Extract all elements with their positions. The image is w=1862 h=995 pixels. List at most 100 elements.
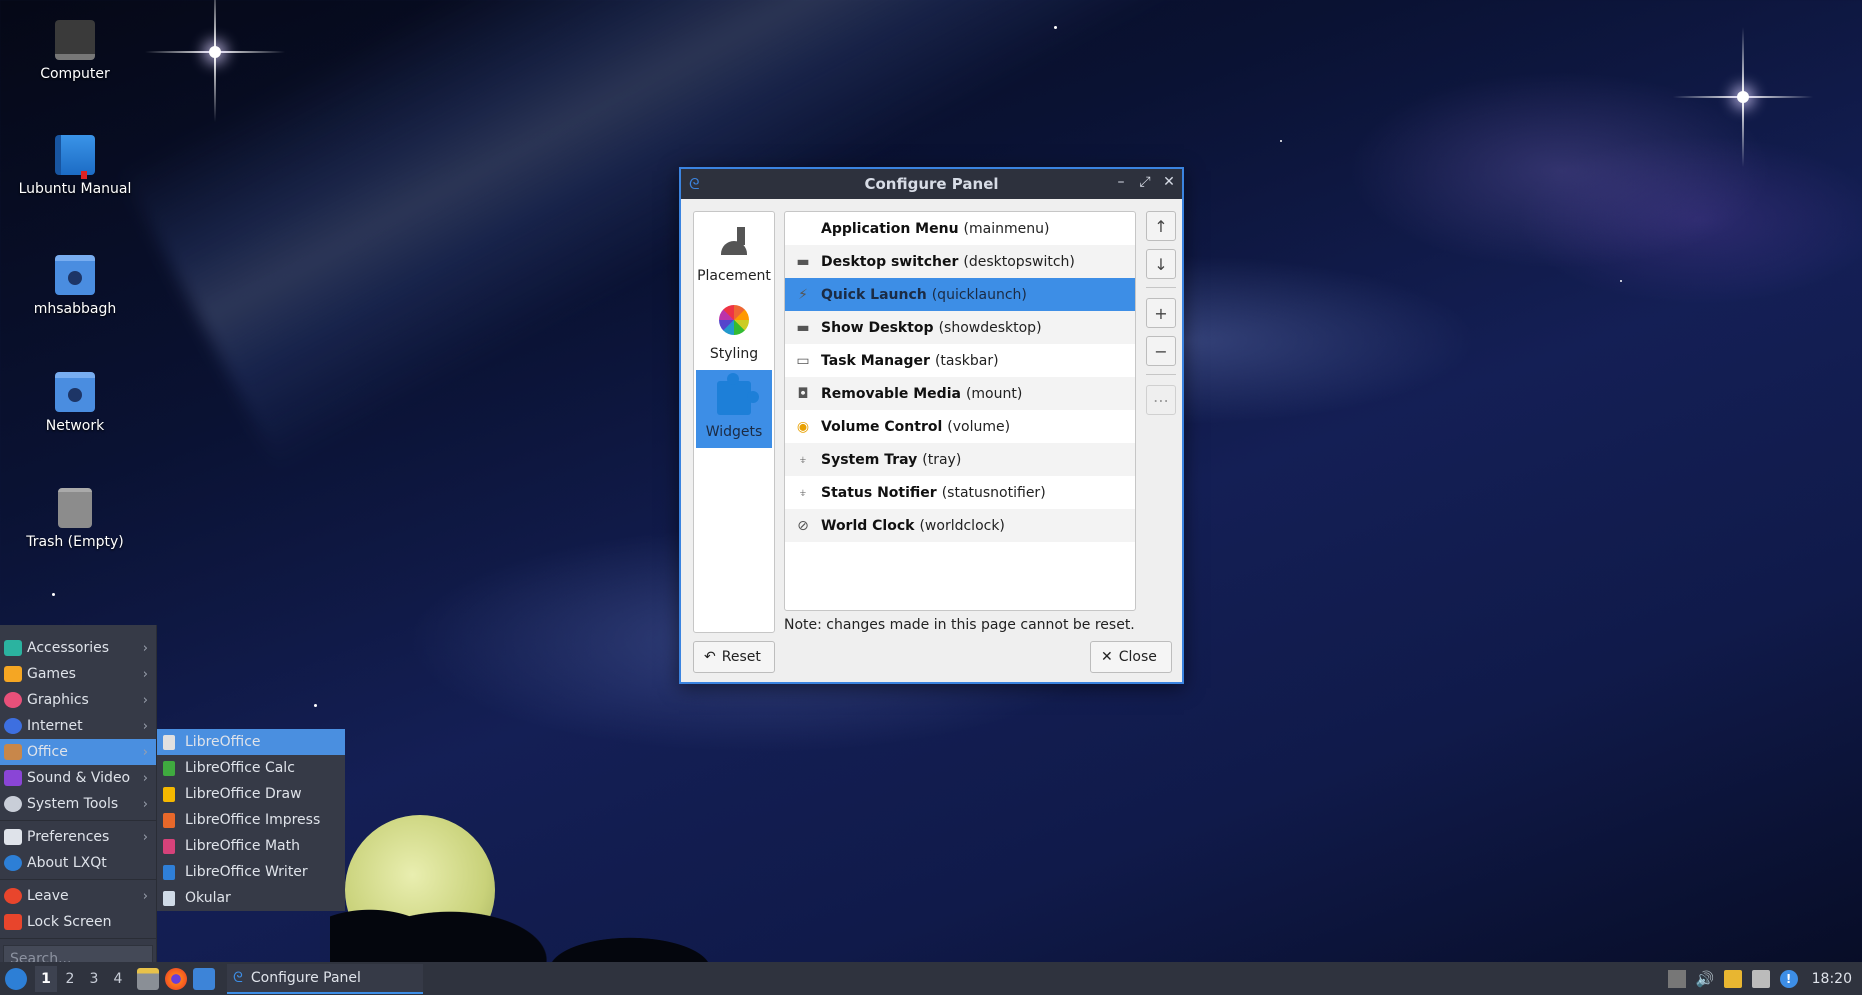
office-briefcase-icon	[4, 744, 22, 760]
lxqt-app-icon: ᘓ	[689, 175, 700, 193]
menu-item-sound-video[interactable]: Sound & Video ›	[0, 765, 156, 791]
configure-widget-button[interactable]: ⋯	[1146, 385, 1176, 415]
maximize-button[interactable]: ⤢	[1138, 174, 1152, 190]
submenu-item-libreoffice[interactable]: LibreOffice	[157, 729, 345, 755]
desktop-switch-3[interactable]: 3	[83, 966, 105, 992]
reset-button[interactable]: ↶ Reset	[693, 641, 775, 673]
reset-note: Note: changes made in this page cannot b…	[784, 617, 1135, 633]
notification-icon[interactable]: !	[1779, 969, 1798, 988]
menu-item-about-lxqt[interactable]: About LXQt	[0, 850, 156, 876]
submenu-item-libreoffice-writer[interactable]: LibreOffice Writer	[157, 859, 345, 885]
network-icon[interactable]	[1751, 969, 1770, 988]
chevron-right-icon: ›	[142, 829, 148, 845]
dialog-titlebar[interactable]: ᘓ Configure Panel – ⤢ ✕	[681, 169, 1182, 199]
menu-item-office[interactable]: Office ›	[0, 739, 156, 765]
minimize-button[interactable]: –	[1114, 174, 1128, 190]
widget-row-mainmenu[interactable]: Application Menu (mainmenu)	[785, 212, 1135, 245]
volume-control-icon: ◉	[796, 418, 810, 435]
submenu-item-libreoffice-draw[interactable]: LibreOffice Draw	[157, 781, 345, 807]
lxqt-app-icon: ᘓ	[233, 969, 243, 986]
sidebar-item-widgets[interactable]: Widgets	[696, 370, 772, 448]
widget-row-showdesktop[interactable]: ▬ Show Desktop (showdesktop)	[785, 311, 1135, 344]
submenu-item-libreoffice-impress[interactable]: LibreOffice Impress	[157, 807, 345, 833]
submenu-item-okular[interactable]: Okular	[157, 885, 345, 911]
menu-item-preferences[interactable]: Preferences ›	[0, 824, 156, 850]
widget-name: World Clock	[821, 517, 915, 534]
desktop-icon-network[interactable]: Network	[5, 372, 145, 434]
task-label: Configure Panel	[250, 969, 361, 986]
widget-row-worldclock[interactable]: ⊘ World Clock (worldclock)	[785, 509, 1135, 542]
widget-id: (quicklaunch)	[931, 286, 1027, 303]
menu-item-lock-screen[interactable]: Lock Screen	[0, 909, 156, 935]
libreoffice-draw-icon	[163, 786, 175, 802]
remove-widget-button[interactable]: −	[1146, 336, 1176, 366]
move-up-button[interactable]: ↑	[1146, 211, 1176, 241]
file-manager-launcher-icon[interactable]	[137, 967, 159, 990]
menu-item-games[interactable]: Games ›	[0, 661, 156, 687]
desktop-switch-2[interactable]: 2	[59, 966, 81, 992]
close-window-button[interactable]: ✕	[1162, 174, 1176, 190]
widget-row-quicklaunch[interactable]: ⚡ Quick Launch (quicklaunch)	[785, 278, 1135, 311]
libreoffice-writer-icon	[163, 864, 175, 880]
graphics-icon	[4, 692, 22, 708]
libreoffice-icon	[163, 734, 175, 750]
move-down-button[interactable]: ↓	[1146, 249, 1176, 279]
widget-action-buttons: ↑ ↓ + − ⋯	[1146, 211, 1176, 423]
sidebar-item-placement[interactable]: Placement	[696, 214, 772, 292]
computer-icon	[55, 20, 95, 60]
libreoffice-math-icon	[163, 838, 175, 854]
puzzle-icon	[717, 373, 759, 415]
manual-book-icon	[55, 135, 95, 179]
wallpaper-star	[1054, 26, 1057, 29]
chevron-right-icon: ›	[142, 888, 148, 904]
menu-item-system-tools[interactable]: System Tools ›	[0, 791, 156, 817]
widget-row-taskbar[interactable]: ▭ Task Manager (taskbar)	[785, 344, 1135, 377]
close-button[interactable]: ✕ Close	[1090, 641, 1172, 673]
widget-row-volume[interactable]: ◉ Volume Control (volume)	[785, 410, 1135, 443]
widget-id: (tray)	[922, 451, 962, 468]
menu-item-leave[interactable]: Leave ›	[0, 883, 156, 909]
eject-icon[interactable]	[1667, 969, 1686, 988]
widget-row-mount[interactable]: ◘ Removable Media (mount)	[785, 377, 1135, 410]
taskbar: 1 2 3 4 ᘓ Configure Panel 🔊 ! 18:20	[0, 962, 1862, 995]
trash-icon	[58, 488, 92, 528]
clipboard-icon[interactable]	[1723, 969, 1742, 988]
accessories-icon	[4, 640, 22, 656]
widget-name: Status Notifier	[821, 484, 937, 501]
widget-row-tray[interactable]: ⍖ System Tray (tray)	[785, 443, 1135, 476]
desktop-switch-1[interactable]: 1	[35, 965, 57, 992]
submenu-item-libreoffice-calc[interactable]: LibreOffice Calc	[157, 755, 345, 781]
menu-item-label: Office	[27, 744, 68, 760]
submenu-item-libreoffice-math[interactable]: LibreOffice Math	[157, 833, 345, 859]
desktop-icon-home[interactable]: mhsabbagh	[5, 255, 145, 317]
widget-row-statusnotifier[interactable]: ⍖ Status Notifier (statusnotifier)	[785, 476, 1135, 509]
wallpaper-star	[52, 593, 55, 596]
add-widget-button[interactable]: +	[1146, 298, 1176, 328]
desktop-icon-trash[interactable]: Trash (Empty)	[5, 488, 145, 550]
widget-id: (statusnotifier)	[941, 484, 1046, 501]
taskbar-task-configure-panel[interactable]: ᘓ Configure Panel	[227, 963, 423, 994]
submenu-item-label: LibreOffice Impress	[185, 812, 321, 828]
show-desktop-icon[interactable]	[193, 967, 215, 990]
sidebar-item-styling[interactable]: Styling	[696, 292, 772, 370]
lock-icon	[4, 914, 22, 930]
widget-id: (showdesktop)	[938, 319, 1042, 336]
menu-item-internet[interactable]: Internet ›	[0, 713, 156, 739]
widget-row-desktopswitch[interactable]: ▬ Desktop switcher (desktopswitch)	[785, 245, 1135, 278]
menu-item-accessories[interactable]: Accessories ›	[0, 635, 156, 661]
widget-list[interactable]: Application Menu (mainmenu) ▬ Desktop sw…	[784, 211, 1136, 611]
desktop-icon-lubuntu-manual[interactable]: Lubuntu Manual	[5, 135, 145, 197]
desktop-switch-4[interactable]: 4	[107, 966, 129, 992]
chevron-right-icon: ›	[142, 744, 148, 760]
submenu-item-label: LibreOffice	[185, 734, 261, 750]
volume-icon[interactable]: 🔊	[1696, 970, 1715, 988]
chevron-right-icon: ›	[142, 796, 148, 812]
widget-name: Volume Control	[821, 418, 943, 435]
firefox-launcher-icon[interactable]	[165, 967, 187, 990]
widget-name: System Tray	[821, 451, 918, 468]
clock[interactable]: 18:20	[1812, 971, 1852, 987]
menu-item-graphics[interactable]: Graphics ›	[0, 687, 156, 713]
desktop-icon-computer[interactable]: Computer	[5, 20, 145, 82]
main-menu-button[interactable]	[5, 967, 27, 990]
games-icon	[4, 666, 22, 682]
